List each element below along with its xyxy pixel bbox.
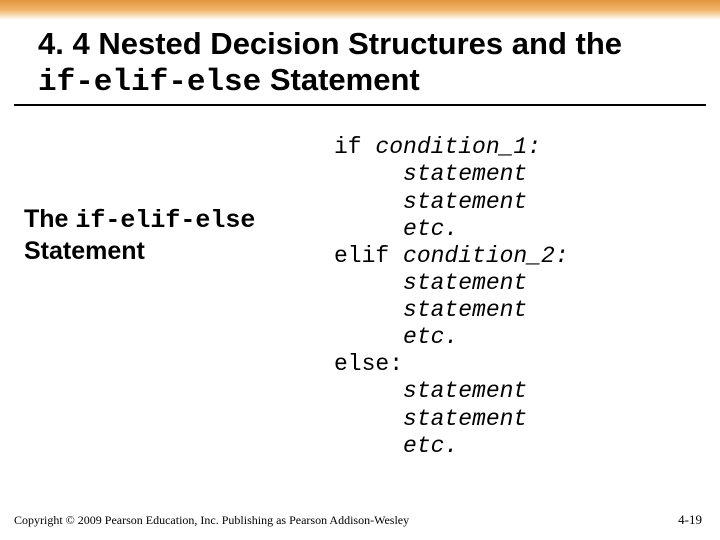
code-block: if condition_1: statement statement etc.…	[334, 134, 696, 460]
subhead-prefix: The	[24, 205, 75, 233]
code-etc: etc.	[403, 324, 458, 350]
subhead-code: if-elif-else	[75, 206, 255, 235]
code-kw-if: if	[334, 134, 375, 160]
code-kw-elif: elif	[334, 243, 403, 269]
code-cond1: condition_1:	[375, 134, 541, 160]
code-etc: etc.	[403, 433, 458, 459]
code-cond2: condition_2:	[403, 243, 569, 269]
subheading: The if-elif-else Statement	[24, 204, 334, 266]
code-stmt: statement	[403, 406, 527, 432]
code-stmt: statement	[403, 161, 527, 187]
page-number: 4-19	[678, 512, 702, 528]
title-code: if-elif-else	[38, 65, 261, 100]
code-stmt: statement	[403, 378, 527, 404]
code-kw-else: else:	[334, 351, 403, 377]
slide: 4. 4 Nested Decision Structures and the …	[0, 0, 720, 540]
accent-bar	[0, 0, 720, 20]
code-stmt: statement	[403, 270, 527, 296]
code-stmt: statement	[403, 189, 527, 215]
code-etc: etc.	[403, 216, 458, 242]
copyright-footer: Copyright © 2009 Pearson Education, Inc.…	[14, 513, 409, 528]
left-column: The if-elif-else Statement	[24, 134, 334, 460]
title-suffix: Statement	[261, 62, 419, 97]
code-stmt: statement	[403, 297, 527, 323]
slide-title: 4. 4 Nested Decision Structures and the …	[14, 20, 706, 106]
title-text: 4. 4 Nested Decision Structures and the	[38, 26, 622, 61]
slide-body: The if-elif-else Statement if condition_…	[0, 106, 720, 460]
subhead-suffix: Statement	[24, 237, 145, 265]
